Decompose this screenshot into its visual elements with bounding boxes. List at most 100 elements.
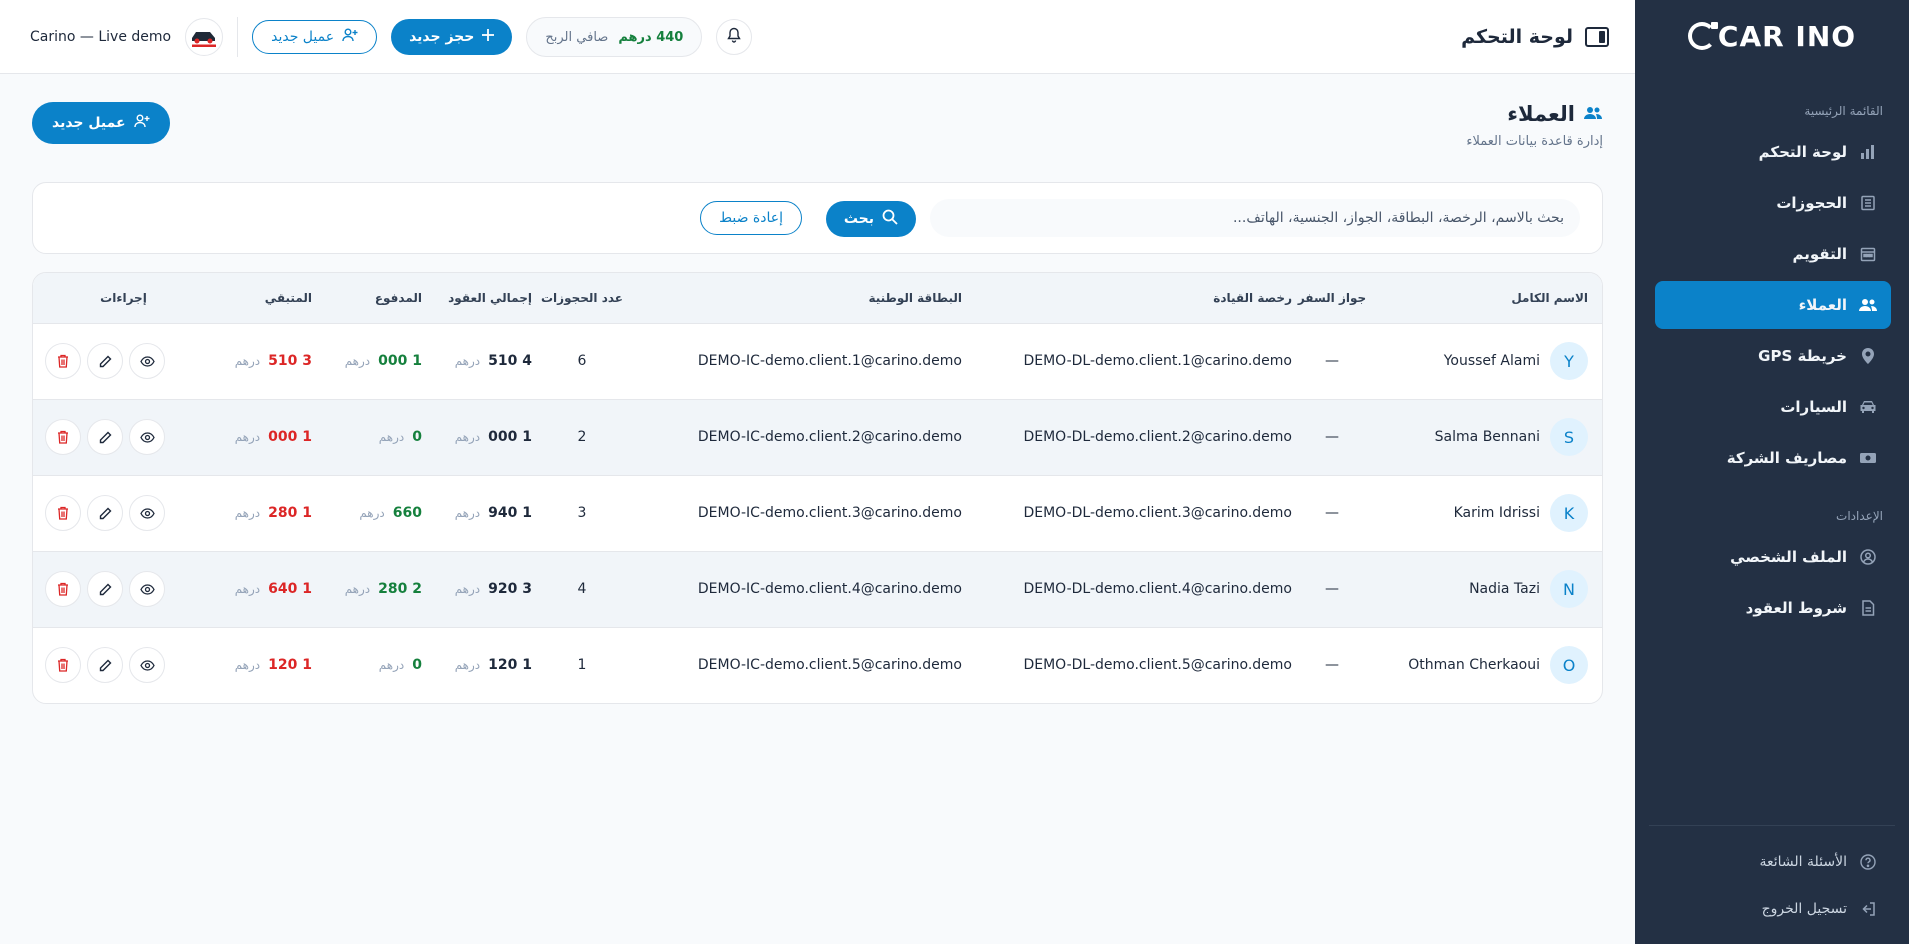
edit-button[interactable] — [87, 419, 123, 455]
sidebar-item-company-expenses[interactable]: مصاريف الشركة — [1655, 434, 1891, 482]
cell-id-card: DEMO-IC-demo.client.3@carino.demo — [632, 475, 962, 552]
sidebar-item-profile[interactable]: الملف الشخصي — [1655, 533, 1891, 581]
cell-bookings: 1 — [577, 657, 587, 674]
client-name: Youssef Alami — [1443, 353, 1540, 369]
pencil-icon — [99, 507, 111, 519]
top-header: لوحة التحكم Carino — Live demo عميل جديد… — [0, 0, 1635, 74]
currency: درهم — [344, 582, 371, 596]
cell-name: S Salma Bennani — [1372, 399, 1602, 476]
view-button[interactable] — [129, 571, 165, 607]
new-client-button[interactable]: عميل جديد — [32, 102, 170, 144]
reset-button[interactable]: إعادة ضبط — [700, 201, 802, 235]
view-button[interactable] — [129, 647, 165, 684]
notifications-button[interactable] — [716, 19, 753, 55]
sidebar-item-label: العملاء — [1798, 296, 1847, 314]
question-circle-icon — [1859, 853, 1877, 871]
table-row[interactable]: O Othman Cherkaoui — DEMO-DL-demo.client.… — [33, 627, 1602, 703]
cell-actions — [33, 627, 202, 703]
table-row[interactable]: S Salma Bennani — DEMO-DL-demo.client.2@c… — [33, 399, 1602, 476]
view-button[interactable] — [129, 495, 165, 531]
client-avatar: S — [1550, 418, 1588, 456]
cell-name: O Othman Cherkaoui — [1372, 627, 1602, 703]
delete-button[interactable] — [45, 495, 81, 531]
pencil-icon — [99, 583, 111, 595]
cell-license: DEMO-DL-demo.client.3@carino.demo — [962, 475, 1292, 552]
delete-button[interactable] — [45, 419, 81, 455]
cell-remaining: 1 000 درهم — [202, 399, 312, 476]
col-header-actions: إجراءات — [33, 273, 202, 324]
car-icon — [1859, 398, 1877, 416]
car-ino-logo: CAR INO — [1687, 20, 1856, 53]
col-header-paid[interactable]: المدفوع — [312, 273, 422, 324]
net-profit-value: 440 درهم — [618, 29, 684, 45]
header-new-client-label: عميل جديد — [271, 29, 335, 45]
table-row[interactable]: Y Youssef Alami — DEMO-DL-demo.client.1@c… — [33, 323, 1602, 400]
table-row[interactable]: K Karim Idrissi — DEMO-DL-demo.client.3@c… — [33, 475, 1602, 552]
page-title: العملاء — [1466, 102, 1603, 126]
sidebar-item-gps-map[interactable]: خريطة GPS — [1655, 332, 1891, 380]
sidebar-item-bookings[interactable]: الحجوزات — [1655, 179, 1891, 227]
eye-icon — [139, 431, 155, 443]
eye-icon — [139, 355, 155, 367]
header-new-booking-button[interactable]: حجز جديد — [391, 19, 513, 55]
cell-bookings: 4 — [532, 551, 632, 628]
cell-paid: 2 280 درهم — [312, 551, 422, 628]
cell-paid: 660 درهم — [312, 475, 422, 552]
col-header-license[interactable]: رخصة القيادة — [962, 273, 1292, 324]
net-profit-label: صافي الربح — [545, 29, 609, 45]
cell-total: 1 000 درهم — [422, 399, 532, 476]
sidebar-toggle-icon[interactable] — [1585, 27, 1609, 47]
page-header: العملاء إدارة قاعدة بيانات العملاء عميل … — [32, 74, 1603, 182]
table-row[interactable]: N Nadia Tazi — DEMO-DL-demo.client.4@cari… — [33, 551, 1602, 628]
logo-c-mark — [1687, 22, 1718, 50]
sidebar-item-faq[interactable]: الأسئلة الشائعة — [1655, 840, 1891, 884]
trash-icon — [58, 430, 68, 444]
paid-amount: 0 — [412, 429, 422, 445]
search-input[interactable] — [930, 199, 1580, 237]
header-new-client-button[interactable]: عميل جديد — [252, 20, 378, 54]
client-avatar: Y — [1550, 342, 1588, 380]
header-title: لوحة التحكم — [1461, 26, 1573, 48]
cell-actions — [33, 475, 202, 552]
sidebar-item-calendar[interactable]: التقويم — [1655, 230, 1891, 278]
search-icon — [882, 209, 898, 229]
paid-amount: 0 — [412, 657, 422, 674]
delete-button[interactable] — [45, 571, 81, 607]
delete-button[interactable] — [45, 647, 81, 684]
edit-button[interactable] — [87, 495, 123, 531]
delete-button[interactable] — [45, 343, 81, 379]
currency: درهم — [378, 430, 405, 444]
col-header-id-card[interactable]: البطاقة الوطنية — [632, 273, 962, 324]
cell-bookings: 2 — [532, 399, 632, 476]
currency: درهم — [234, 658, 261, 673]
search-button[interactable]: بحث — [825, 201, 916, 237]
sidebar-item-label: الحجوزات — [1776, 194, 1847, 212]
view-button[interactable] — [129, 419, 165, 455]
sidebar-item-cars[interactable]: السيارات — [1655, 383, 1891, 431]
cell-actions — [33, 323, 202, 400]
cell-id-card: DEMO-IC-demo.client.2@carino.demo — [632, 399, 962, 476]
col-header-remaining[interactable]: المتبقي — [202, 273, 312, 324]
edit-button[interactable] — [87, 571, 123, 607]
cell-total: 1 940 درهم — [422, 475, 532, 552]
sidebar-item-contract-terms[interactable]: شروط العقود — [1655, 584, 1891, 632]
col-header-total[interactable]: إجمالي العقود — [422, 273, 532, 324]
clients-table: الاسم الكامل جواز السفر رخصة القيادة الب… — [33, 273, 1602, 703]
trash-icon — [58, 506, 68, 520]
user-plus-icon — [342, 28, 358, 46]
edit-button[interactable] — [87, 647, 123, 684]
view-button[interactable] — [129, 343, 165, 379]
currency: درهم — [234, 354, 261, 368]
total-amount: 1 940 — [488, 505, 532, 521]
sidebar-item-dashboard[interactable]: لوحة التحكم — [1655, 128, 1891, 176]
brand-logo[interactable]: CAR INO — [1635, 0, 1909, 72]
col-header-passport[interactable]: جواز السفر — [1292, 273, 1372, 324]
sidebar-item-logout[interactable]: تسجيل الخروج — [1655, 887, 1891, 931]
company-logo-avatar[interactable] — [185, 18, 224, 56]
col-header-full-name[interactable]: الاسم الكامل — [1372, 273, 1602, 324]
edit-button[interactable] — [87, 343, 123, 379]
cell-paid: 0 درهم — [312, 399, 422, 476]
sidebar-item-clients[interactable]: العملاء — [1655, 281, 1891, 329]
col-header-bookings[interactable]: عدد الحجوزات — [532, 273, 632, 324]
remaining-amount: 1 640 — [268, 581, 312, 597]
